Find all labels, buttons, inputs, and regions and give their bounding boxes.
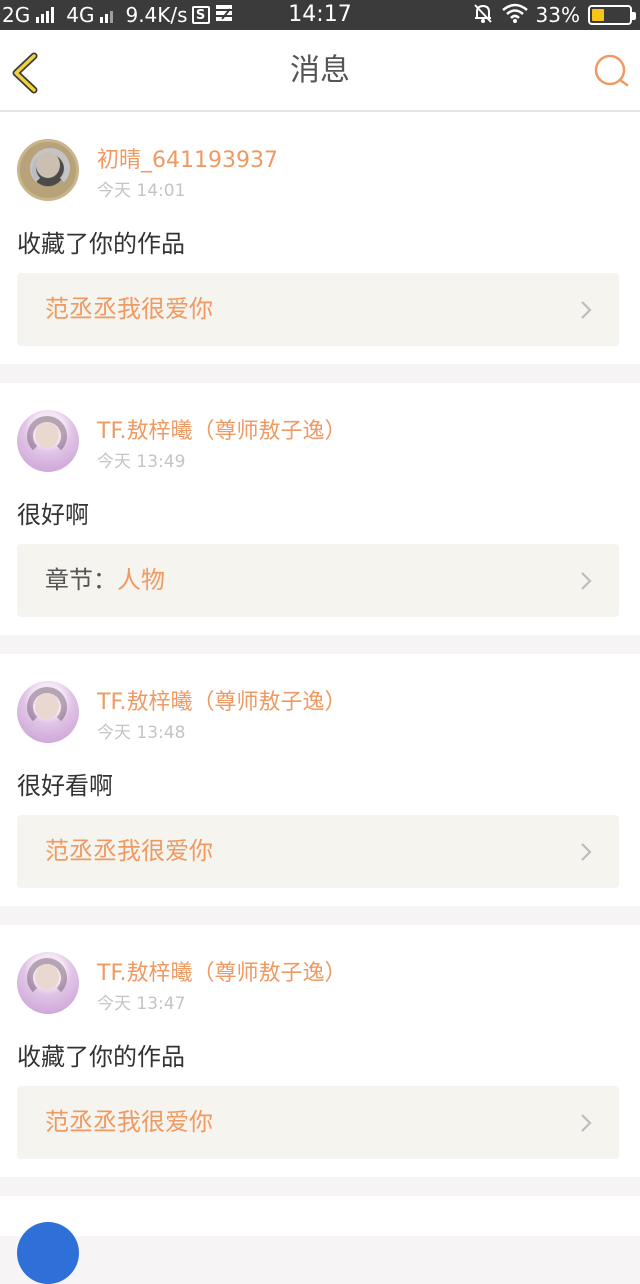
work-link-label: 范丞丞我很爱你 xyxy=(45,1086,213,1159)
chevron-right-icon xyxy=(581,843,592,861)
avatar[interactable] xyxy=(17,952,79,1014)
chevron-right-icon xyxy=(581,301,592,319)
message-username[interactable]: 初晴_641193937 xyxy=(97,142,278,174)
avatar[interactable] xyxy=(17,410,79,472)
battery-fill xyxy=(592,9,604,21)
message-text: 很好啊 xyxy=(17,501,89,529)
work-link[interactable]: 范丞丞我很爱你 xyxy=(17,273,619,346)
message-text: 收藏了你的作品 xyxy=(17,1043,185,1071)
status-right: 33% xyxy=(472,0,636,30)
work-link[interactable]: 范丞丞我很爱你 xyxy=(17,1086,619,1159)
ref-title: 范丞丞我很爱你 xyxy=(45,295,213,323)
wifi-icon xyxy=(501,3,528,28)
battery-percent: 33% xyxy=(535,3,580,27)
work-link[interactable]: 章节：人物 xyxy=(17,544,619,617)
message-text: 收藏了你的作品 xyxy=(17,230,185,258)
avatar[interactable] xyxy=(17,139,79,201)
message-card: TF.敖梓曦（尊师敖子逸） 今天 13:48 很好看啊 范丞丞我很爱你 xyxy=(0,654,640,906)
battery-icon xyxy=(588,5,636,25)
search-button[interactable] xyxy=(592,52,632,92)
work-link-label: 章节：人物 xyxy=(45,544,165,617)
message-card: TF.敖梓曦（尊师敖子逸） 今天 13:49 很好啊 章节：人物 xyxy=(0,383,640,635)
message-card xyxy=(0,1196,640,1284)
work-link[interactable]: 范丞丞我很爱你 xyxy=(17,815,619,888)
message-username[interactable]: TF.敖梓曦（尊师敖子逸） xyxy=(97,955,347,987)
ref-title: 范丞丞我很爱你 xyxy=(45,837,213,865)
chevron-right-icon xyxy=(581,1114,592,1132)
ref-title: 人物 xyxy=(117,566,165,594)
avatar[interactable] xyxy=(17,681,79,743)
message-text: 很好看啊 xyxy=(17,772,113,800)
work-link-label: 范丞丞我很爱你 xyxy=(45,815,213,888)
status-bar: 2G 4G 9.4K/s S 14:17 33% xyxy=(0,0,640,30)
chevron-right-icon xyxy=(581,572,592,590)
page-title: 消息 xyxy=(290,53,350,88)
ref-title: 范丞丞我很爱你 xyxy=(45,1108,213,1136)
avatar[interactable] xyxy=(17,1222,79,1284)
message-username[interactable]: TF.敖梓曦（尊师敖子逸） xyxy=(97,413,347,445)
message-time: 今天 14:01 xyxy=(97,181,186,201)
message-card: TF.敖梓曦（尊师敖子逸） 今天 13:47 收藏了你的作品 范丞丞我很爱你 xyxy=(0,925,640,1177)
work-link-label: 范丞丞我很爱你 xyxy=(45,273,213,346)
message-username[interactable]: TF.敖梓曦（尊师敖子逸） xyxy=(97,684,347,716)
message-time: 今天 13:48 xyxy=(97,723,186,743)
message-time: 今天 13:49 xyxy=(97,452,186,472)
nav-header: 消息 xyxy=(0,30,640,112)
message-card: 初晴_641193937 今天 14:01 收藏了你的作品 范丞丞我很爱你 xyxy=(0,112,640,364)
message-time: 今天 13:47 xyxy=(97,994,186,1014)
search-icon xyxy=(594,54,629,87)
ref-prefix: 章节： xyxy=(45,566,117,594)
bell-off-icon xyxy=(472,2,494,29)
